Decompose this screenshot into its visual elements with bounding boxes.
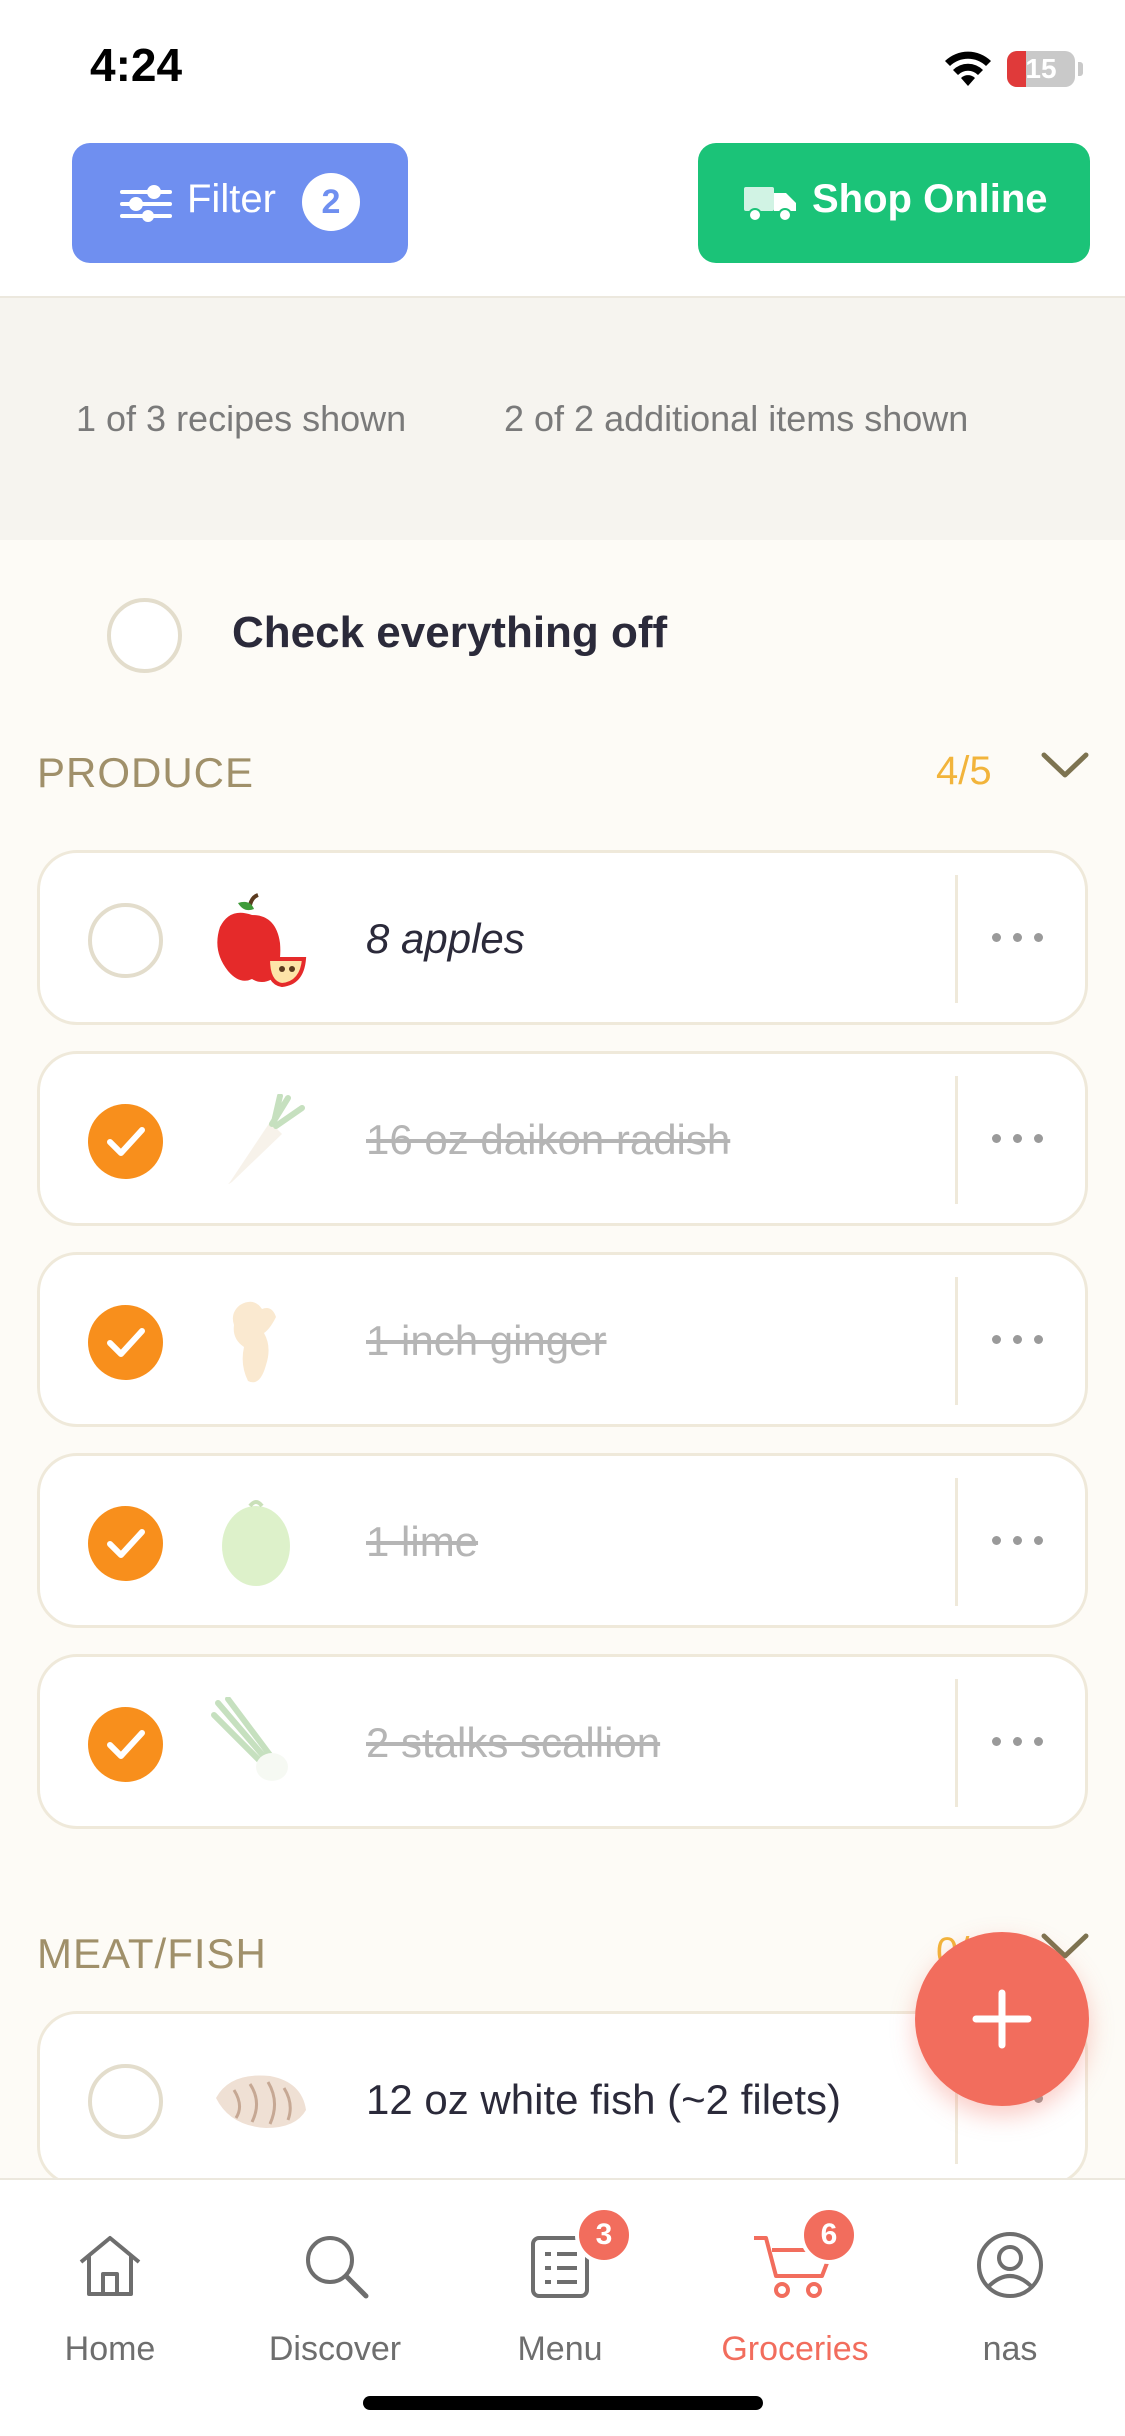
menu-badge: 3 — [575, 2206, 633, 2264]
battery-icon: 15 — [1007, 51, 1075, 87]
groceries-badge: 6 — [800, 2206, 858, 2264]
home-icon — [79, 2236, 141, 2296]
section-header-produce[interactable]: PRODUCE 4/5 — [0, 733, 1125, 813]
section-title: MEAT/FISH — [37, 1930, 267, 1977]
tab-discover[interactable]: Discover — [250, 2180, 420, 2380]
more-options-icon[interactable] — [988, 1520, 1048, 1560]
grocery-item[interactable]: 16 oz daikon radish — [37, 1051, 1088, 1226]
daikon-radish-icon — [228, 1094, 305, 1184]
status-time: 4:24 — [90, 39, 183, 91]
tab-profile[interactable]: nas — [950, 2180, 1070, 2380]
plus-icon — [972, 1989, 1032, 2049]
item-label: 12 oz white fish (~2 filets) — [366, 2076, 842, 2123]
delivery-truck-icon — [744, 187, 796, 222]
ginger-icon — [232, 1301, 276, 1383]
scallion-icon — [211, 1697, 288, 1781]
apple-icon — [217, 893, 307, 988]
item-checkbox-checked[interactable] — [88, 1506, 163, 1581]
filter-button[interactable]: Filter 2 — [72, 143, 408, 263]
item-label: 2 stalks scallion — [366, 1719, 661, 1766]
chevron-down-icon[interactable] — [1040, 749, 1090, 781]
add-item-button[interactable] — [915, 1932, 1089, 2106]
tab-label: Discover — [268, 2330, 402, 2368]
filter-summary: 1 of 3 recipes shown 2 of 2 additional i… — [0, 298, 1125, 540]
section-title: PRODUCE — [37, 749, 255, 796]
item-checkbox[interactable] — [88, 2064, 163, 2139]
tab-label: Home — [64, 2330, 156, 2368]
profile-icon — [977, 2232, 1043, 2298]
item-label: 8 apples — [366, 915, 525, 962]
item-label: 1 lime — [366, 1518, 479, 1565]
item-checkbox[interactable] — [88, 903, 163, 978]
filter-label: Filter — [187, 177, 276, 221]
item-checkbox-checked[interactable] — [88, 1305, 163, 1380]
grocery-item[interactable]: 1 inch ginger — [37, 1252, 1088, 1427]
checkmark-icon — [107, 1730, 145, 1759]
check-everything-off-row[interactable]: Check everything off — [0, 580, 1125, 690]
recipes-shown-text: 1 of 3 recipes shown — [76, 398, 407, 439]
tab-label: Menu — [517, 2330, 603, 2368]
more-options-icon[interactable] — [988, 1319, 1048, 1359]
action-bar: Filter 2 Shop Online — [0, 135, 1125, 298]
more-options-icon[interactable] — [988, 1721, 1048, 1761]
check-all-checkbox[interactable] — [107, 598, 182, 673]
home-indicator[interactable] — [363, 2396, 763, 2410]
checkmark-icon — [107, 1328, 145, 1357]
checkmark-icon — [107, 1127, 145, 1156]
lime-icon — [222, 1500, 290, 1586]
tab-label: nas — [982, 2330, 1038, 2368]
section-count: 4/5 — [936, 749, 992, 793]
status-bar: 4:24 15 — [0, 0, 1125, 135]
item-checkbox-checked[interactable] — [88, 1104, 163, 1179]
grocery-item[interactable]: 2 stalks scallion — [37, 1654, 1088, 1829]
more-options-icon[interactable] — [988, 917, 1048, 957]
more-options-icon[interactable] — [988, 1118, 1048, 1158]
filter-count-badge: 2 — [302, 173, 360, 231]
tab-home[interactable]: Home — [40, 2180, 180, 2380]
search-icon — [306, 2236, 369, 2299]
battery-level: 15 — [1025, 53, 1057, 84]
grocery-item[interactable]: 8 apples — [37, 850, 1088, 1025]
item-checkbox-checked[interactable] — [88, 1707, 163, 1782]
shop-online-label: Shop Online — [812, 177, 1048, 221]
item-label: 1 inch ginger — [366, 1317, 607, 1364]
sliders-icon — [120, 185, 172, 222]
wifi-icon — [945, 51, 991, 86]
grocery-item[interactable]: 1 lime — [37, 1453, 1088, 1628]
tab-label: Groceries — [721, 2330, 869, 2368]
tab-groceries[interactable]: 6 Groceries — [700, 2180, 890, 2380]
shop-online-button[interactable]: Shop Online — [698, 143, 1090, 263]
checkmark-icon — [107, 1529, 145, 1558]
tab-menu[interactable]: 3 Menu — [490, 2180, 633, 2380]
item-label: 16 oz daikon radish — [366, 1116, 731, 1163]
items-shown-text: 2 of 2 additional items shown — [504, 398, 969, 439]
check-all-label: Check everything off — [232, 608, 668, 657]
fish-fillet-icon — [216, 2075, 306, 2128]
